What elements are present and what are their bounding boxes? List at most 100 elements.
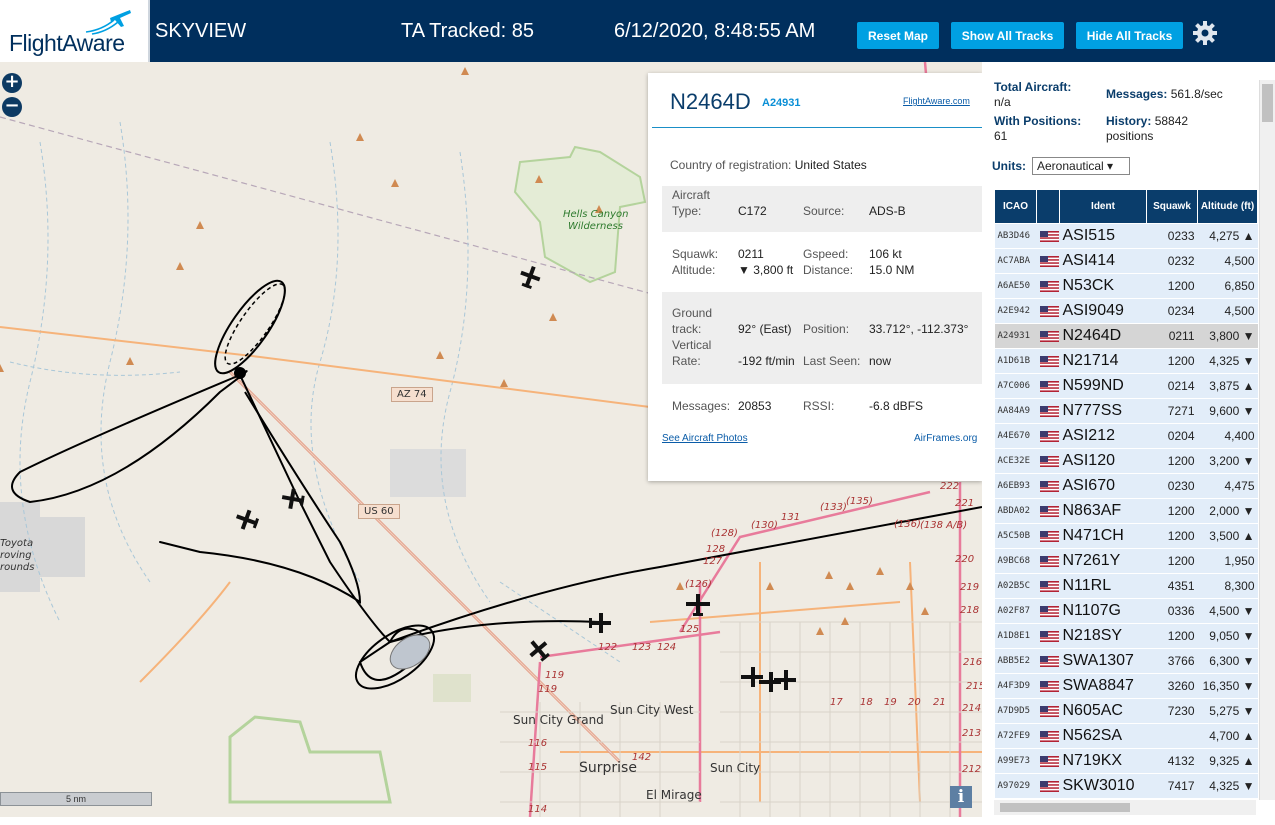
country-label: Country of registration:	[670, 158, 792, 172]
show-all-tracks-button[interactable]: Show All Tracks	[951, 22, 1064, 49]
table-row[interactable]: A72FE9 N562SA 4,700 ▲	[994, 723, 1258, 749]
table-row[interactable]: A02F87 N1107G 0336 4,500 ▼	[994, 598, 1258, 624]
row-icao: ABDA02	[994, 498, 1037, 524]
distance-label: Distance:	[803, 263, 854, 277]
row-flag	[1036, 273, 1060, 299]
horizontal-scroll-thumb[interactable]	[1000, 803, 1130, 812]
table-row[interactable]: A4E670 ASI212 0204 4,400	[994, 423, 1258, 449]
row-squawk: 3260	[1146, 673, 1198, 699]
row-icao: A9BC68	[994, 548, 1037, 574]
total-aircraft-label: Total Aircraft:	[994, 80, 1072, 94]
last-seen-label: Last Seen:	[803, 354, 861, 368]
table-header-row: ICAO Ident Squawk Altitude (ft)	[994, 189, 1258, 224]
svg-text:125: 125	[680, 624, 699, 635]
flightaware-link[interactable]: FlightAware.com	[903, 96, 970, 106]
table-row[interactable]: A1D8E1 N218SY 1200 9,050 ▼	[994, 623, 1258, 649]
table-row[interactable]: AA84A9 N777SS 7271 9,600 ▼	[994, 398, 1258, 424]
airframes-link[interactable]: AirFrames.org	[914, 433, 977, 444]
table-row[interactable]: A7D9D5 N605AC 7230 5,275 ▼	[994, 698, 1258, 724]
table-row[interactable]: A24931 N2464D 0211 3,800 ▼	[994, 323, 1258, 349]
logo-text: FlightAware	[9, 30, 125, 56]
table-row[interactable]: A02B5C N11RL 4351 8,300	[994, 573, 1258, 599]
row-ident: SWA8847	[1059, 673, 1147, 699]
table-row[interactable]: A9BC68 N7261Y 1200 1,950	[994, 548, 1258, 574]
us-flag-icon	[1039, 406, 1059, 418]
hide-all-tracks-button[interactable]: Hide All Tracks	[1076, 22, 1183, 49]
row-icao: AA84A9	[994, 398, 1037, 424]
zoom-out-button[interactable]: −	[2, 97, 22, 117]
horizontal-scrollbar[interactable]	[994, 800, 1256, 815]
table-row[interactable]: ABB5E2 SWA1307 3766 6,300 ▼	[994, 648, 1258, 674]
row-icao: A7D9D5	[994, 698, 1037, 724]
aircraft-photos-link[interactable]: See Aircraft Photos	[662, 433, 748, 444]
aircraft-table: ICAO Ident Squawk Altitude (ft) AB3D46 AS…	[994, 189, 1258, 799]
zoom-in-button[interactable]: +	[2, 73, 22, 93]
col-squawk[interactable]: Squawk	[1146, 189, 1198, 224]
row-ident: N7261Y	[1059, 548, 1147, 574]
table-row[interactable]: A7C006 N599ND 0214 3,875 ▲	[994, 373, 1258, 399]
detail-icao: A24931	[762, 97, 801, 109]
svg-text:218: 218	[960, 605, 979, 616]
svg-text:17: 17	[830, 697, 843, 708]
svg-text:122: 122	[598, 642, 617, 653]
table-row[interactable]: A2E942 ASI9049 0234 4,500	[994, 298, 1258, 324]
col-flag[interactable]	[1036, 189, 1060, 224]
row-altitude: 4,500	[1197, 298, 1258, 324]
road-shield-us60: US 60	[358, 504, 400, 519]
table-row[interactable]: AC7ABA ASI414 0232 4,500	[994, 248, 1258, 274]
map-info-button[interactable]: i	[950, 786, 972, 808]
us-flag-icon	[1039, 506, 1059, 518]
table-row[interactable]: ACE32E ASI120 1200 3,200 ▼	[994, 448, 1258, 474]
vertical-rate-label1: Vertical	[672, 338, 712, 352]
messages-stat-value: 561.8/sec	[1170, 87, 1223, 101]
gear-icon[interactable]	[1192, 20, 1218, 46]
us-flag-icon	[1039, 606, 1059, 618]
row-flag	[1036, 473, 1060, 499]
last-seen-value: now	[869, 354, 892, 368]
gspeed-value: 106 kt	[869, 247, 902, 261]
col-altitude[interactable]: Altitude (ft)	[1197, 189, 1258, 224]
ground-track-label2: track:	[672, 322, 702, 336]
table-row[interactable]: A97029 SKW3010 7417 4,325 ▼	[994, 773, 1258, 799]
table-row[interactable]: A4F3D9 SWA8847 3260 16,350 ▼	[994, 673, 1258, 699]
row-ident: ASI670	[1059, 473, 1147, 499]
row-altitude: 4,325 ▼	[1197, 773, 1258, 799]
row-icao: AC7ABA	[994, 248, 1037, 274]
row-icao: A02B5C	[994, 573, 1037, 599]
vertical-scroll-thumb[interactable]	[1262, 84, 1273, 122]
units-label: Units:	[992, 159, 1026, 173]
history-value: 58842	[1154, 114, 1189, 128]
us-flag-icon	[1039, 781, 1059, 793]
table-row[interactable]: A99E73 N719KX 4132 9,325 ▲	[994, 748, 1258, 774]
map-label-sun-city-west: Sun City West	[610, 703, 694, 717]
position-label: Position:	[803, 322, 850, 336]
table-row[interactable]: A6EB93 ASI670 0230 4,475	[994, 473, 1258, 499]
svg-text:219: 219	[960, 582, 979, 593]
table-row[interactable]: A6AE50 N53CK 1200 6,850	[994, 273, 1258, 299]
row-squawk: 7271	[1146, 398, 1198, 424]
table-row[interactable]: AB3D46 ASI515 0233 4,275 ▲	[994, 223, 1258, 249]
reset-map-button[interactable]: Reset Map	[857, 22, 939, 49]
rssi-value: -6.8 dBFS	[869, 399, 924, 413]
col-ident[interactable]: Ident	[1059, 189, 1147, 224]
table-row[interactable]: A1D61B N21714 1200 4,325 ▼	[994, 348, 1258, 374]
us-flag-icon	[1039, 631, 1059, 643]
table-row[interactable]: A5C50B N471CH 1200 3,500 ▲	[994, 523, 1258, 549]
table-row[interactable]: ABDA02 N863AF 1200 2,000 ▼	[994, 498, 1258, 524]
row-flag	[1036, 598, 1060, 624]
messages-stat: Messages: 561.8/sec	[1106, 87, 1223, 101]
vertical-scrollbar[interactable]	[1259, 80, 1275, 800]
units-select[interactable]: Aeronautical ▾	[1032, 157, 1130, 175]
altitude-value: ▼ 3,800 ft	[738, 263, 794, 277]
row-squawk: 0211	[1146, 323, 1198, 349]
source-value: ADS-B	[869, 204, 906, 218]
total-aircraft-stat: Total Aircraft:	[994, 80, 1071, 94]
col-icao[interactable]: ICAO	[994, 189, 1037, 224]
row-flag	[1036, 773, 1060, 799]
row-flag	[1036, 423, 1060, 449]
gspeed-label: Gspeed:	[803, 247, 849, 261]
svg-text:216: 216	[963, 657, 982, 668]
row-icao: A1D8E1	[994, 623, 1037, 649]
flightaware-logo[interactable]: FlightAware	[0, 0, 150, 62]
us-flag-icon	[1039, 331, 1059, 343]
